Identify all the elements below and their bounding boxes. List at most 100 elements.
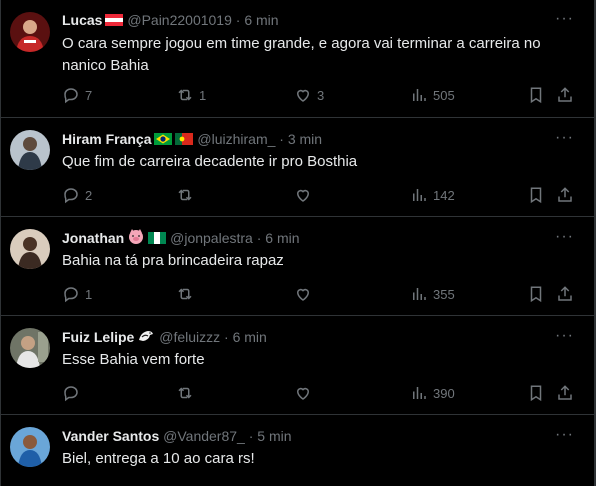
reply-icon bbox=[64, 188, 78, 204]
dot-separator: · bbox=[235, 12, 241, 28]
tweet-fuiz[interactable]: Fuiz Lelipe @feluizzz · 6 min ··· Esse B… bbox=[0, 316, 596, 415]
views-button[interactable]: 142 bbox=[410, 185, 455, 205]
flag-austria-icon bbox=[105, 11, 124, 31]
heart-icon bbox=[296, 387, 310, 400]
like-button[interactable] bbox=[294, 185, 312, 205]
views-count: 390 bbox=[433, 385, 455, 401]
bookmark-button[interactable] bbox=[527, 383, 545, 403]
tweet-lucas[interactable]: Lucas @Pain22001019 · 6 min ··· O cara s… bbox=[0, 0, 596, 118]
tweet-header: Vander Santos @Vander87_ · 5 min bbox=[62, 426, 292, 446]
more-options-icon[interactable]: ··· bbox=[555, 427, 574, 443]
like-button[interactable]: 3 bbox=[294, 85, 324, 105]
avatar[interactable] bbox=[10, 229, 50, 269]
flag-portugal-icon bbox=[175, 130, 194, 150]
repost-button[interactable] bbox=[176, 185, 194, 205]
avatar[interactable] bbox=[10, 130, 50, 170]
reply-button[interactable]: 1 bbox=[62, 284, 92, 304]
handle[interactable]: @luizhiram_ bbox=[197, 131, 275, 147]
display-name[interactable]: Lucas bbox=[62, 12, 102, 28]
reply-button[interactable]: 2 bbox=[62, 185, 92, 205]
like-button[interactable] bbox=[294, 383, 312, 403]
share-button[interactable] bbox=[556, 185, 574, 205]
timestamp[interactable]: 6 min bbox=[244, 12, 278, 28]
tweet-hiram[interactable]: Hiram França @luizhiram_ · 3 min ··· Que… bbox=[0, 118, 596, 217]
action-bar: 2 142 bbox=[62, 185, 582, 205]
more-options-icon[interactable]: ··· bbox=[555, 11, 574, 27]
analytics-icon bbox=[413, 288, 426, 300]
timestamp[interactable]: 6 min bbox=[233, 329, 267, 345]
like-count: 3 bbox=[317, 87, 325, 103]
views-count: 355 bbox=[433, 286, 455, 302]
handle[interactable]: @Vander87_ bbox=[163, 428, 245, 444]
handle[interactable]: @feluizzz bbox=[159, 329, 220, 345]
timestamp[interactable]: 6 min bbox=[265, 230, 299, 246]
tweet-text: O cara sempre jogou em time grande, e ag… bbox=[62, 35, 541, 74]
bookmark-icon bbox=[530, 187, 542, 204]
share-button[interactable] bbox=[556, 383, 574, 403]
views-count: 142 bbox=[433, 187, 455, 203]
bookmark-icon bbox=[530, 87, 542, 104]
views-count: 505 bbox=[433, 87, 455, 103]
heart-icon bbox=[296, 288, 310, 301]
views-button[interactable]: 390 bbox=[410, 383, 455, 403]
handle[interactable]: @Pain22001019 bbox=[127, 12, 232, 28]
tweet-text: Bahia na tá pra brincadeira rapaz bbox=[62, 252, 284, 269]
timestamp[interactable]: 3 min bbox=[288, 131, 322, 147]
bookmark-button[interactable] bbox=[527, 185, 545, 205]
flag-nigeria-icon bbox=[148, 229, 167, 249]
bookmark-button[interactable] bbox=[527, 284, 545, 304]
more-options-icon[interactable]: ··· bbox=[555, 328, 574, 344]
views-button[interactable]: 505 bbox=[410, 85, 455, 105]
avatar[interactable] bbox=[10, 328, 50, 368]
share-button[interactable] bbox=[556, 85, 574, 105]
avatar[interactable] bbox=[10, 12, 50, 52]
heart-icon bbox=[296, 89, 310, 102]
repost-button[interactable] bbox=[176, 383, 194, 403]
action-bar: 390 bbox=[62, 383, 582, 403]
dot-separator: · bbox=[279, 131, 284, 147]
analytics-icon bbox=[413, 387, 426, 399]
tweet-jonathan[interactable]: Jonathan @jonpalestra · 6 min ··· Bahia … bbox=[0, 217, 596, 316]
more-options-icon[interactable]: ··· bbox=[555, 130, 574, 146]
reply-button[interactable] bbox=[62, 383, 80, 403]
reply-count: 7 bbox=[85, 87, 93, 103]
tweet-header: Jonathan @jonpalestra · 6 min bbox=[62, 228, 300, 248]
timestamp[interactable]: 5 min bbox=[257, 428, 291, 444]
tweet-text: Que fim de carreira decadente ir pro Bos… bbox=[62, 153, 358, 170]
bookmark-button[interactable] bbox=[527, 85, 545, 105]
reply-count: 1 bbox=[85, 286, 93, 302]
display-name[interactable]: Vander Santos bbox=[62, 428, 159, 444]
bookmark-icon bbox=[530, 385, 542, 402]
repost-button[interactable]: 1 bbox=[176, 85, 206, 105]
tweet-header: Fuiz Lelipe @feluizzz · 6 min bbox=[62, 327, 267, 347]
share-icon bbox=[558, 187, 572, 202]
share-icon bbox=[558, 87, 572, 102]
repost-icon bbox=[178, 189, 192, 201]
display-name[interactable]: Hiram França bbox=[62, 131, 151, 147]
tweet-header: Hiram França @luizhiram_ · 3 min bbox=[62, 129, 322, 149]
repost-icon bbox=[178, 89, 192, 101]
display-name[interactable]: Jonathan bbox=[62, 230, 124, 246]
display-name[interactable]: Fuiz Lelipe bbox=[62, 329, 134, 345]
share-button[interactable] bbox=[556, 284, 574, 304]
dot-separator: · bbox=[224, 329, 229, 345]
heart-icon bbox=[296, 189, 310, 202]
share-icon bbox=[558, 385, 572, 400]
reply-button[interactable]: 7 bbox=[62, 85, 92, 105]
views-button[interactable]: 355 bbox=[410, 284, 455, 304]
handle[interactable]: @jonpalestra bbox=[170, 230, 253, 246]
more-options-icon[interactable]: ··· bbox=[555, 229, 574, 245]
reply-icon bbox=[64, 88, 78, 104]
dot-separator: · bbox=[248, 428, 254, 444]
repost-button[interactable] bbox=[176, 284, 194, 304]
tweet-text: Biel, entrega a 10 ao cara rs! bbox=[62, 450, 255, 467]
action-bar: 1 355 bbox=[62, 284, 582, 304]
bird-icon bbox=[137, 328, 155, 349]
repost-count: 1 bbox=[199, 87, 207, 103]
analytics-icon bbox=[413, 89, 426, 101]
action-bar: 7 1 3 505 bbox=[62, 85, 582, 105]
like-button[interactable] bbox=[294, 284, 312, 304]
avatar[interactable] bbox=[10, 427, 50, 467]
tweet-vander[interactable]: Vander Santos @Vander87_ · 5 min ··· Bie… bbox=[0, 415, 596, 486]
flag-brazil-icon bbox=[154, 130, 173, 150]
